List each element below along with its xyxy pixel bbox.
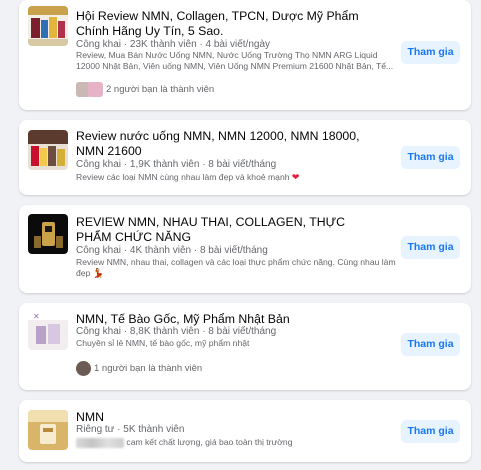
group-description-4: Chuyên sỉ lẻ NMN, tế bào gốc, mỹ phẩm nh… xyxy=(76,338,250,348)
group-description-text-5: cam kết chất lượng, giá bao toàn thị trư… xyxy=(126,437,293,447)
group-meta-2: Công khai · 1,9K thành viên · 8 bài viết… xyxy=(76,159,277,170)
join-button-4[interactable]: Tham gia xyxy=(401,333,460,356)
group-card-2[interactable]: Review nước uống NMN, NMN 12000, NMN 180… xyxy=(19,120,471,195)
redacted-text xyxy=(76,437,124,448)
group-meta-4: Công khai · 8,8K thành viên · 8 bài viết… xyxy=(76,326,277,337)
group-title-4[interactable]: NMN, Tế Bào Gốc, Mỹ Phẩm Nhật Bản xyxy=(76,312,376,327)
friend-avatar xyxy=(76,360,91,376)
join-button-5[interactable]: Tham gia xyxy=(401,420,460,443)
friends-row-4: 1 người bạn là thành viên xyxy=(76,360,202,376)
group-description-1: Review, Mua Bán Nước Uống NMN, Nước Uống… xyxy=(76,50,394,71)
group-thumbnail-1[interactable] xyxy=(28,6,68,46)
group-meta-3: Công khai · 4K thành viên · 8 bài viết/t… xyxy=(76,245,268,256)
group-card-3[interactable]: REVIEW NMN, NHAU THAI, COLLAGEN, THỰC PH… xyxy=(19,205,471,293)
group-description-2: Review các loại NMN cùng nhau làm đẹp và… xyxy=(76,172,396,183)
group-thumbnail-5[interactable] xyxy=(28,410,68,450)
group-description-3: Review NMN, nhau thai, collagen và các l… xyxy=(76,257,396,279)
group-title-1[interactable]: Hội Review NMN, Collagen, TPCN, Dược Mỹ … xyxy=(76,9,376,39)
dancer-emoji-icon: 💃 xyxy=(92,268,104,278)
friends-label-1: 2 người bạn là thành viên xyxy=(106,83,215,95)
group-description-text-3: Review NMN, nhau thai, collagen và các l… xyxy=(76,257,396,278)
group-thumbnail-4[interactable]: ✕ xyxy=(28,310,68,350)
group-title-3[interactable]: REVIEW NMN, NHAU THAI, COLLAGEN, THỰC PH… xyxy=(76,215,376,245)
heart-emoji-icon: ❤ xyxy=(291,172,300,182)
friend-avatar xyxy=(88,81,103,97)
group-thumbnail-2[interactable] xyxy=(28,130,68,170)
group-description-5: cam kết chất lượng, giá bao toàn thị trư… xyxy=(76,437,396,448)
group-thumbnail-3[interactable] xyxy=(28,214,68,254)
join-button-2[interactable]: Tham gia xyxy=(401,146,460,169)
group-title-5[interactable]: NMN xyxy=(76,410,376,425)
friends-row-1: 2 người bạn là thành viên xyxy=(76,81,214,97)
join-button-3[interactable]: Tham gia xyxy=(401,236,460,259)
group-card-5[interactable]: NMN Riêng tư · 5K thành viên cam kết chấ… xyxy=(19,400,471,462)
group-description-text-2: Review các loại NMN cùng nhau làm đẹp và… xyxy=(76,172,290,182)
group-card-4[interactable]: ✕ NMN, Tế Bào Gốc, Mỹ Phẩm Nhật Bản Công… xyxy=(19,303,471,390)
svg-text:✕: ✕ xyxy=(33,312,40,321)
group-card-1[interactable]: Hội Review NMN, Collagen, TPCN, Dược Mỹ … xyxy=(19,0,471,110)
friends-label-4: 1 người bạn là thành viên xyxy=(94,362,203,374)
group-meta-5: Riêng tư · 5K thành viên xyxy=(76,424,185,435)
group-title-2[interactable]: Review nước uống NMN, NMN 12000, NMN 180… xyxy=(76,129,376,159)
join-button-1[interactable]: Tham gia xyxy=(401,41,460,64)
